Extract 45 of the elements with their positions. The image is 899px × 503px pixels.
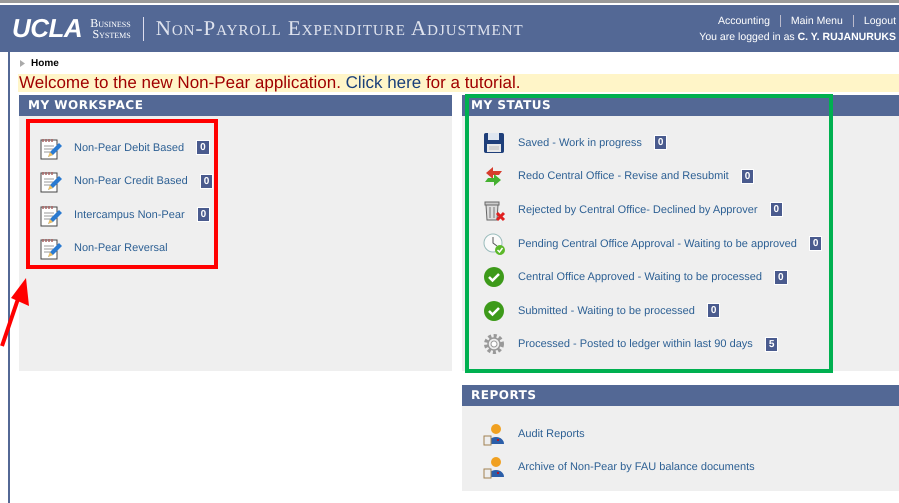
panel-title: REPORTS <box>462 385 899 406</box>
gear-icon <box>482 332 506 356</box>
panel-title: MY WORKSPACE <box>19 95 452 116</box>
count-badge: 0 <box>774 270 788 285</box>
logo-text: UCLA <box>12 13 82 44</box>
breadcrumb-link[interactable]: Home <box>31 58 59 68</box>
item-link[interactable]: Central Office Approved - Waiting to be processed <box>518 271 762 284</box>
item-link[interactable]: Pending Central Office Approval - Waiting to be approved <box>518 238 797 250</box>
item-link[interactable]: Intercampus Non-Pear <box>74 208 185 221</box>
item-link[interactable]: Saved - Work in progress <box>518 136 642 149</box>
count-badge: 0 <box>196 140 210 156</box>
person-clipboard-icon <box>482 422 506 446</box>
triangle-icon <box>20 60 25 66</box>
item-link[interactable]: Non-Pear Credit Based <box>74 175 188 188</box>
item-link[interactable]: Processed - Posted to ledger within last 90 days <box>518 338 753 350</box>
count-badge: 0 <box>740 168 754 184</box>
item-link[interactable]: Redo Central Office - Revise and Resubmit <box>518 170 729 182</box>
login-info: You are logged in as C. Y. RUJANURUKS <box>699 30 896 42</box>
item-link[interactable]: Archive of Non-Pear by FAU balance documents <box>518 460 755 472</box>
count-badge: 0 <box>808 236 822 252</box>
count-badge: 0 <box>200 174 214 189</box>
tutorial-link[interactable]: Click here <box>346 73 422 92</box>
check-circle-icon <box>482 298 506 323</box>
count-badge: 0 <box>654 135 668 150</box>
item-link[interactable]: Audit Reports <box>518 428 585 440</box>
item-link[interactable]: Rejected by Central Office- Declined by Approver <box>518 204 758 216</box>
pointer-arrow <box>0 276 32 348</box>
item-link[interactable]: Non-Pear Reversal <box>74 242 168 254</box>
app-title: Non-Payroll Expenditure Adjustment <box>156 16 524 41</box>
count-badge: 0 <box>196 207 210 222</box>
item-link[interactable]: Non-Pear Debit Based <box>74 142 184 154</box>
count-badge: 5 <box>764 336 778 352</box>
item-link[interactable]: Submitted - Waiting to be processed <box>518 304 695 317</box>
notepad-pencil-icon <box>38 236 62 260</box>
welcome-message: Welcome to the new Non-Pear application. Click here for a tutorial. <box>19 73 520 93</box>
check-circle-icon <box>482 265 506 290</box>
notepad-pencil-icon <box>38 169 62 194</box>
clock-check-icon <box>482 232 506 256</box>
logo-subtitle: Business Systems <box>90 18 131 40</box>
nav-link[interactable]: Logout <box>854 14 896 26</box>
count-badge: 0 <box>706 303 720 318</box>
person-clipboard-icon <box>482 454 506 478</box>
nav-link[interactable]: Main Menu <box>780 14 853 26</box>
count-badge: 0 <box>770 202 784 218</box>
nav-link[interactable]: Accounting <box>708 14 780 26</box>
